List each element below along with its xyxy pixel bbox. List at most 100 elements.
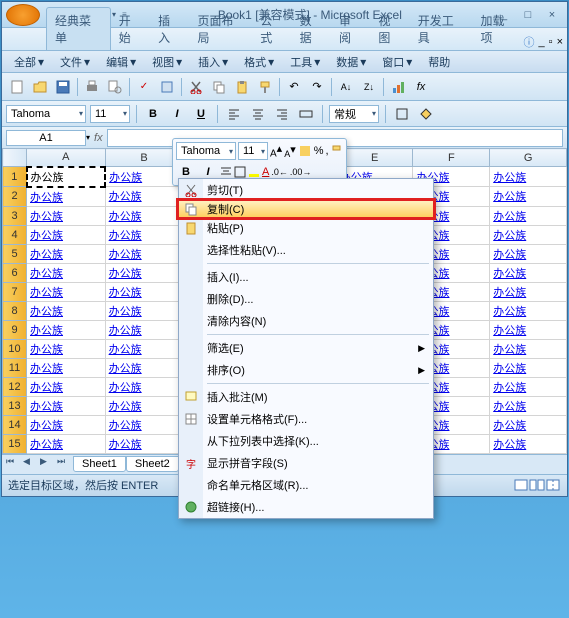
cell[interactable]: 办公族 xyxy=(490,415,567,434)
merge-icon[interactable] xyxy=(296,104,316,124)
ctx-delete[interactable]: 删除(D)... xyxy=(179,288,433,310)
cell[interactable]: 办公族 xyxy=(27,434,106,453)
col-header[interactable]: E xyxy=(336,149,413,167)
ctx-format-cells[interactable]: 设置单元格格式(F)... xyxy=(179,408,433,430)
close-button[interactable]: × xyxy=(541,6,563,24)
save-icon[interactable] xyxy=(52,76,74,98)
tab-home[interactable]: 开始 xyxy=(111,8,150,50)
cell[interactable]: 办公族 xyxy=(27,225,106,244)
mini-font-combo[interactable]: Tahoma xyxy=(176,142,236,160)
tab-review[interactable]: 审阅 xyxy=(331,8,370,50)
tab-addins[interactable]: 加载项 xyxy=(472,8,523,50)
undo-icon[interactable]: ↶ xyxy=(283,76,305,98)
borders-icon[interactable] xyxy=(392,104,412,124)
sheet-tab[interactable]: Sheet2 xyxy=(126,456,179,472)
cell[interactable]: 办公族 xyxy=(27,187,106,207)
copy-icon[interactable] xyxy=(208,76,230,98)
cell[interactable]: 办公族 xyxy=(27,320,106,339)
mini-fill-icon[interactable] xyxy=(248,166,260,178)
chart-icon[interactable] xyxy=(387,76,409,98)
ctx-paste[interactable]: 粘贴(P) xyxy=(179,217,433,239)
row-header[interactable]: 3 xyxy=(3,206,27,225)
cell[interactable]: 办公族 xyxy=(27,415,106,434)
col-header[interactable]: A xyxy=(27,149,106,167)
decrease-font-icon[interactable]: A▾ xyxy=(284,143,296,159)
view-pagebreak-icon[interactable] xyxy=(545,478,561,492)
first-sheet-icon[interactable]: ⏮ xyxy=(6,456,22,472)
mini-size-combo[interactable]: 11 xyxy=(238,142,268,160)
print-preview-icon[interactable] xyxy=(104,76,126,98)
fill-color-icon[interactable] xyxy=(416,104,436,124)
font-size-combo[interactable]: 11 xyxy=(90,105,130,123)
select-all-corner[interactable] xyxy=(3,149,27,167)
cell[interactable]: 办公族 xyxy=(490,377,567,396)
row-header[interactable]: 2 xyxy=(3,187,27,207)
cell[interactable]: 办公族 xyxy=(105,339,183,358)
cell[interactable]: 办公族 xyxy=(490,396,567,415)
cell[interactable]: 办公族 xyxy=(27,377,106,396)
ctx-phonetic[interactable]: 字显示拼音字段(S) xyxy=(179,452,433,474)
row-header[interactable]: 1 xyxy=(3,167,27,187)
tab-view[interactable]: 视图 xyxy=(370,8,409,50)
tab-developer[interactable]: 开发工具 xyxy=(410,8,473,50)
cell[interactable]: 办公族 xyxy=(105,244,183,263)
cell[interactable]: 办公族 xyxy=(490,358,567,377)
row-header[interactable]: 5 xyxy=(3,244,27,263)
menu-window[interactable]: 窗口 ▾ xyxy=(374,52,420,72)
next-sheet-icon[interactable]: ▶ xyxy=(40,456,56,472)
format-painter-icon[interactable] xyxy=(254,76,276,98)
menu-file[interactable]: 文件 ▾ xyxy=(52,52,98,72)
open-icon[interactable] xyxy=(29,76,51,98)
cell[interactable]: 办公族 xyxy=(105,206,183,225)
row-header[interactable]: 11 xyxy=(3,358,27,377)
menu-insert[interactable]: 插入 ▾ xyxy=(190,52,236,72)
cell[interactable]: 办公族 xyxy=(27,263,106,282)
function-icon[interactable]: fx xyxy=(410,76,432,98)
tab-formulas[interactable]: 公式 xyxy=(252,8,291,50)
mini-format-painter-icon[interactable] xyxy=(331,145,343,157)
row-header[interactable]: 10 xyxy=(3,339,27,358)
cell[interactable]: 办公族 xyxy=(490,244,567,263)
sort-asc-icon[interactable]: A↓ xyxy=(335,76,357,98)
increase-font-icon[interactable]: A▴ xyxy=(270,142,282,159)
cell[interactable]: 办公族 xyxy=(27,282,106,301)
cell[interactable]: 办公族 xyxy=(105,434,183,453)
spell-check-icon[interactable]: ✓ xyxy=(133,76,155,98)
ctx-clear[interactable]: 清除内容(N) xyxy=(179,310,433,332)
cell[interactable]: 办公族 xyxy=(490,282,567,301)
mini-style-icon[interactable] xyxy=(298,144,312,158)
col-header[interactable]: G xyxy=(490,149,567,167)
new-icon[interactable] xyxy=(6,76,28,98)
bold-button[interactable]: B xyxy=(143,104,163,124)
row-header[interactable]: 9 xyxy=(3,320,27,339)
cell[interactable]: 办公族 xyxy=(490,167,567,187)
col-header[interactable]: F xyxy=(413,149,490,167)
cell[interactable]: 办公族 xyxy=(27,206,106,225)
cell[interactable]: 办公族 xyxy=(27,358,106,377)
prev-sheet-icon[interactable]: ◀ xyxy=(23,456,39,472)
mini-align-icon[interactable] xyxy=(220,166,232,178)
cell[interactable]: 办公族 xyxy=(105,301,183,320)
view-layout-icon[interactable] xyxy=(529,478,545,492)
ctx-name-range[interactable]: 命名单元格区域(R)... xyxy=(179,474,433,496)
tab-data[interactable]: 数据 xyxy=(292,8,331,50)
cell[interactable]: 办公族 xyxy=(27,339,106,358)
cell[interactable]: 办公族 xyxy=(27,396,106,415)
cut-icon[interactable] xyxy=(185,76,207,98)
cell[interactable]: 办公族 xyxy=(27,167,106,187)
cell[interactable]: 办公族 xyxy=(105,320,183,339)
cell[interactable]: 办公族 xyxy=(27,301,106,320)
sort-desc-icon[interactable]: Z↓ xyxy=(358,76,380,98)
cell[interactable]: 办公族 xyxy=(490,206,567,225)
menu-format[interactable]: 格式 ▾ xyxy=(236,52,282,72)
cell[interactable]: 办公族 xyxy=(105,263,183,282)
mini-comma-icon[interactable]: , xyxy=(326,145,329,157)
ctx-pick-from-list[interactable]: 从下拉列表中选择(K)... xyxy=(179,430,433,452)
ctx-copy[interactable]: 复制(C) xyxy=(176,198,436,220)
row-header[interactable]: 14 xyxy=(3,415,27,434)
cell[interactable]: 办公族 xyxy=(27,244,106,263)
tab-page-layout[interactable]: 页面布局 xyxy=(189,8,252,50)
font-name-combo[interactable]: Tahoma xyxy=(6,105,86,123)
row-header[interactable]: 12 xyxy=(3,377,27,396)
cell[interactable]: 办公族 xyxy=(105,282,183,301)
